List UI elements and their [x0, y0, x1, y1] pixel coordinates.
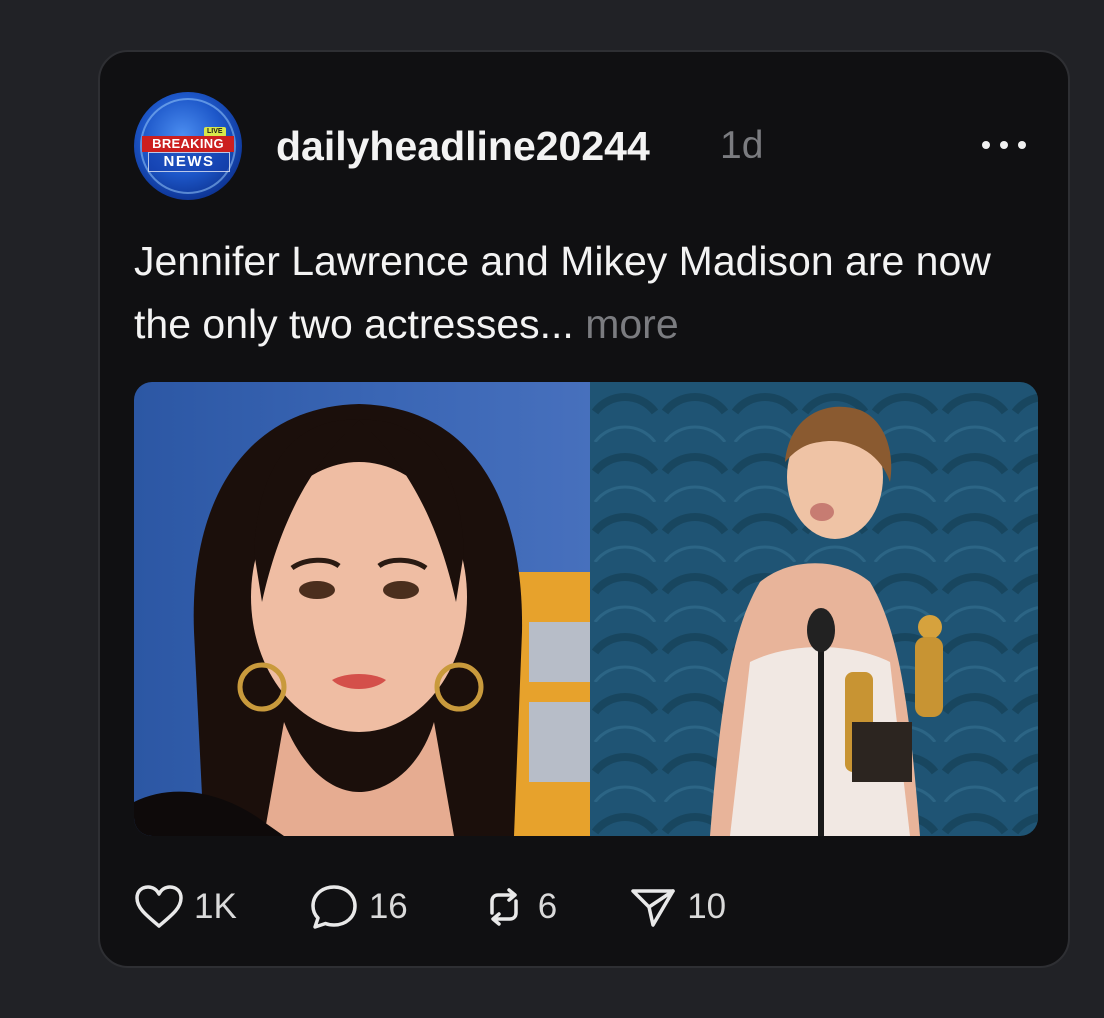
post-text: Jennifer Lawrence and Mikey Madison are …	[134, 230, 1034, 356]
comment-button[interactable]: 16	[309, 882, 408, 932]
photo-right-illustration	[590, 382, 1038, 836]
avatar[interactable]: LIVE BREAKING NEWS	[134, 92, 242, 200]
avatar-news-label: NEWS	[148, 152, 230, 172]
photo-jennifer-lawrence[interactable]	[590, 382, 1038, 836]
repost-button[interactable]: 6	[480, 882, 557, 932]
repost-icon	[490, 888, 518, 926]
more-link[interactable]: more	[585, 301, 678, 347]
heart-icon	[135, 885, 183, 928]
post-media[interactable]	[134, 382, 1038, 836]
photo-left-illustration	[134, 404, 590, 836]
post-card[interactable]: LIVE BREAKING NEWS dailyheadline20244 1d…	[98, 50, 1070, 968]
post-time[interactable]: 1d	[720, 122, 763, 170]
like-button[interactable]: 1K	[134, 882, 237, 932]
photo-mikey-madison[interactable]	[134, 382, 590, 836]
more-options-icon[interactable]	[982, 132, 1026, 158]
username[interactable]: dailyheadline20244	[276, 122, 650, 170]
like-count: 1K	[194, 887, 237, 926]
share-count: 10	[687, 887, 727, 926]
repost-count: 6	[537, 887, 558, 926]
post-body: Jennifer Lawrence and Mikey Madison are …	[134, 238, 991, 347]
comment-count: 16	[368, 887, 408, 926]
comment-icon	[311, 885, 357, 929]
share-button[interactable]: 10	[629, 882, 726, 932]
action-bar: 1K 16 6 10	[134, 882, 726, 932]
avatar-breaking-label: BREAKING	[142, 136, 234, 152]
send-icon	[631, 889, 675, 927]
